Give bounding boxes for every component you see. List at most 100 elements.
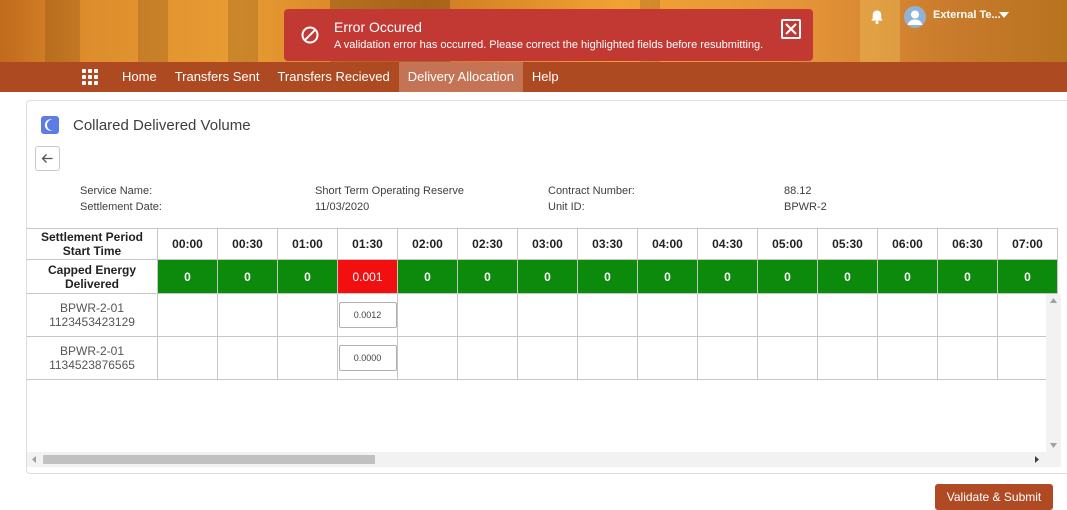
table-cell [578, 294, 638, 337]
energy-input[interactable]: 0.0012 [338, 302, 397, 328]
time-header: 00:00 [158, 228, 218, 260]
table-cell [878, 337, 938, 380]
table-cell [758, 294, 818, 337]
table-cell [398, 337, 458, 380]
table-cell [578, 337, 638, 380]
nav-item-help[interactable]: Help [523, 62, 568, 92]
table-cell: 0.0000 [338, 337, 398, 380]
capped-value: 0 [218, 260, 278, 294]
back-button[interactable] [35, 146, 60, 171]
capped-value: 0 [158, 260, 218, 294]
bell-icon[interactable] [869, 9, 885, 25]
table-cell [878, 294, 938, 337]
time-header: 03:00 [518, 228, 578, 260]
table-cell [158, 337, 218, 380]
nav-bar: Home Transfers Sent Transfers Recieved D… [0, 62, 1067, 92]
settlement-date-value: 11/03/2020 [315, 201, 370, 213]
row-unit: BPWR-2-01 [59, 344, 124, 358]
table-cell [938, 294, 998, 337]
capped-value: 0 [938, 260, 998, 294]
nav-item-transfers-recieved[interactable]: Transfers Recieved [268, 62, 398, 92]
time-header: 04:00 [638, 228, 698, 260]
time-header: 05:30 [818, 228, 878, 260]
table-cell [158, 294, 218, 337]
energy-input[interactable]: 0.0000 [338, 345, 397, 371]
time-header: 02:30 [458, 228, 518, 260]
card-title: Collared Delivered Volume [73, 117, 251, 134]
capped-value-error: 0.001 [338, 260, 398, 294]
arrow-left-icon [41, 154, 53, 163]
capped-value: 0 [698, 260, 758, 294]
table-cell [518, 294, 578, 337]
time-header: 06:30 [938, 228, 998, 260]
nav-item-home[interactable]: Home [113, 62, 166, 92]
error-toast: Error Occured A validation error has occ… [284, 9, 813, 61]
table-cell [698, 337, 758, 380]
header-label: Settlement Period Start Time [27, 228, 158, 260]
capped-value: 0 [518, 260, 578, 294]
table-cell [698, 294, 758, 337]
avatar[interactable] [904, 6, 926, 28]
horizontal-scrollbar[interactable] [27, 452, 1061, 467]
validate-submit-button[interactable]: Validate & Submit [935, 484, 1053, 510]
unit-id-value: BPWR-2 [784, 201, 827, 213]
table-cell [278, 294, 338, 337]
horizontal-scroll-thumb[interactable] [43, 455, 375, 464]
capped-energy-label: Capped Energy Delivered [27, 260, 158, 294]
table-cell [218, 294, 278, 337]
time-header: 00:30 [218, 228, 278, 260]
table-cell [518, 337, 578, 380]
row-id: 1134523876565 [49, 358, 135, 372]
app-launcher-icon[interactable] [82, 69, 98, 85]
time-header: 07:00 [998, 228, 1058, 260]
vertical-scrollbar[interactable] [1046, 294, 1061, 452]
nav-item-delivery-allocation[interactable]: Delivery Allocation [398, 62, 523, 92]
capped-value: 0 [578, 260, 638, 294]
settlement-date-label: Settlement Date: [80, 201, 162, 213]
row-label: BPWR-2-01 1123453423129 [27, 294, 158, 337]
user-icon [907, 10, 923, 25]
nav-item-transfers-sent[interactable]: Transfers Sent [166, 62, 269, 92]
contract-number-value: 88.12 [784, 185, 812, 197]
table-cell [818, 294, 878, 337]
row-label: BPWR-2-01 1134523876565 [27, 337, 158, 380]
close-icon [785, 23, 797, 35]
table-cell [458, 294, 518, 337]
capped-value: 0 [758, 260, 818, 294]
unit-id-label: Unit ID: [548, 201, 585, 213]
time-header: 04:30 [698, 228, 758, 260]
user-name[interactable]: External Te... [933, 9, 1001, 21]
error-icon [301, 26, 319, 44]
capped-value: 0 [398, 260, 458, 294]
service-name-value: Short Term Operating Reserve [315, 185, 464, 197]
table-cell [938, 337, 998, 380]
table-cell [638, 294, 698, 337]
table-cell: 0.0012 [338, 294, 398, 337]
toast-message: A validation error has occurred. Please … [334, 39, 764, 51]
table-cell [758, 337, 818, 380]
scroll-arrows-icon [1050, 298, 1057, 448]
time-header: 02:00 [398, 228, 458, 260]
capped-value: 0 [638, 260, 698, 294]
capped-value: 0 [818, 260, 878, 294]
capped-value: 0 [878, 260, 938, 294]
time-header: 06:00 [878, 228, 938, 260]
moon-icon [41, 116, 59, 134]
time-header: 03:30 [578, 228, 638, 260]
table-cell [818, 337, 878, 380]
collared-delivered-volume-card: Collared Delivered Volume Service Name: … [26, 100, 1067, 474]
table-cell [458, 337, 518, 380]
table-cell [398, 294, 458, 337]
time-header: 05:00 [758, 228, 818, 260]
capped-value: 0 [998, 260, 1058, 294]
capped-value: 0 [278, 260, 338, 294]
contract-number-label: Contract Number: [548, 185, 635, 197]
chevron-down-icon[interactable] [999, 12, 1009, 18]
table-cell [218, 337, 278, 380]
capped-value: 0 [458, 260, 518, 294]
toast-close-button[interactable] [781, 19, 801, 39]
time-header: 01:30 [338, 228, 398, 260]
table-cell [278, 337, 338, 380]
row-unit: BPWR-2-01 [59, 301, 124, 315]
table-cell [638, 337, 698, 380]
